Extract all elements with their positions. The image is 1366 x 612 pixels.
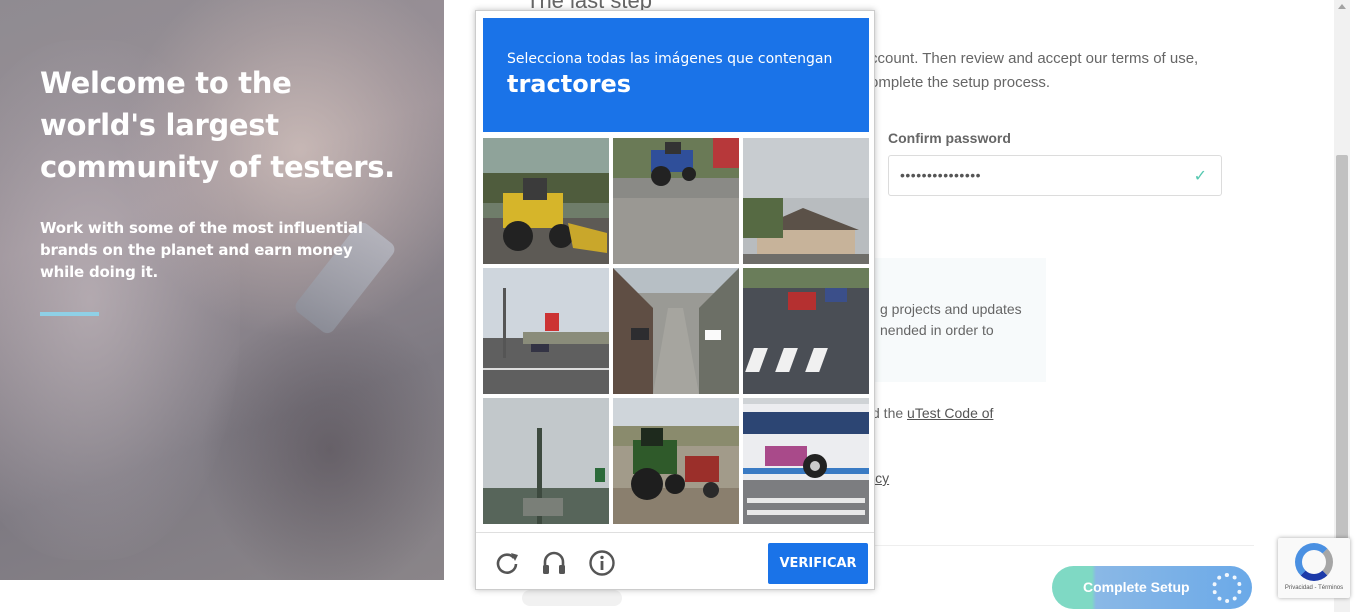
headphones-icon[interactable] xyxy=(540,549,568,577)
agree-line: d the uTest Code of xyxy=(872,405,993,421)
scrollbar-thumb[interactable] xyxy=(1336,155,1348,540)
captcha-tile-2[interactable] xyxy=(613,138,739,264)
back-button[interactable] xyxy=(522,590,622,606)
form-divider xyxy=(874,545,1254,546)
code-of-conduct-link[interactable]: uTest Code of xyxy=(907,405,993,421)
tractor-street-image xyxy=(613,138,739,264)
confirm-password-label: Confirm password xyxy=(888,130,1011,146)
residential-street-image xyxy=(613,268,739,394)
confirm-password-value: ••••••••••••••• xyxy=(900,167,982,183)
complete-setup-button[interactable]: Complete Setup xyxy=(1052,566,1252,609)
captcha-tile-7[interactable] xyxy=(483,398,609,524)
form-intro: ccount. Then review and accept our terms… xyxy=(870,50,1199,91)
info-icon[interactable] xyxy=(588,549,616,577)
complete-setup-label: Complete Setup xyxy=(1083,579,1190,595)
info-text: g projects and updates nended in order t… xyxy=(880,301,1022,338)
captcha-target: tractores xyxy=(507,70,632,98)
house-image xyxy=(743,138,869,264)
captcha-tile-9[interactable] xyxy=(743,398,869,524)
reload-icon[interactable] xyxy=(493,549,521,577)
traffic-pole-image xyxy=(483,398,609,524)
confirm-password-field[interactable]: ••••••••••••••• ✓ xyxy=(888,155,1222,196)
check-icon: ✓ xyxy=(1193,168,1207,185)
captcha-image-grid xyxy=(483,138,869,524)
bus-image xyxy=(743,398,869,524)
recaptcha-badge[interactable]: Privacidad - Términos xyxy=(1278,538,1350,598)
hero-subline: Work with some of the most influential b… xyxy=(40,219,363,281)
hero-panel: Welcome to the world's largest community… xyxy=(0,0,444,580)
tractor-image xyxy=(483,138,609,264)
captcha-instruction: Selecciona todas las imágenes que conten… xyxy=(507,51,833,67)
agree-prefix: d the xyxy=(872,405,908,421)
tractor-field-image xyxy=(613,398,739,524)
captcha-tile-4[interactable] xyxy=(483,268,609,394)
hero-accent-bar xyxy=(40,312,99,316)
captcha-tile-6[interactable] xyxy=(743,268,869,394)
recaptcha-logo-icon xyxy=(1295,543,1333,581)
captcha-challenge: Selecciona todas las imágenes que conten… xyxy=(475,10,875,590)
captcha-footer: VERIFICAR xyxy=(476,532,874,590)
captcha-header: Selecciona todas las imágenes que conten… xyxy=(483,18,869,132)
crosswalk-image xyxy=(743,268,869,394)
verify-button[interactable]: VERIFICAR xyxy=(768,543,868,584)
captcha-tile-3[interactable] xyxy=(743,138,869,264)
gas-station-image xyxy=(483,268,609,394)
loading-spinner-icon xyxy=(1212,573,1242,603)
hero-photo-shadow xyxy=(200,300,444,580)
captcha-tile-1[interactable] xyxy=(483,138,609,264)
captcha-tile-5[interactable] xyxy=(613,268,739,394)
recaptcha-links[interactable]: Privacidad - Términos xyxy=(1278,585,1350,591)
info-panel: g projects and updates nended in order t… xyxy=(870,258,1046,382)
scroll-up-arrow-icon[interactable] xyxy=(1338,4,1346,9)
page-scrollbar[interactable] xyxy=(1334,0,1350,612)
captcha-tile-8[interactable] xyxy=(613,398,739,524)
hero-headline: Welcome to the world's largest community… xyxy=(40,66,395,184)
